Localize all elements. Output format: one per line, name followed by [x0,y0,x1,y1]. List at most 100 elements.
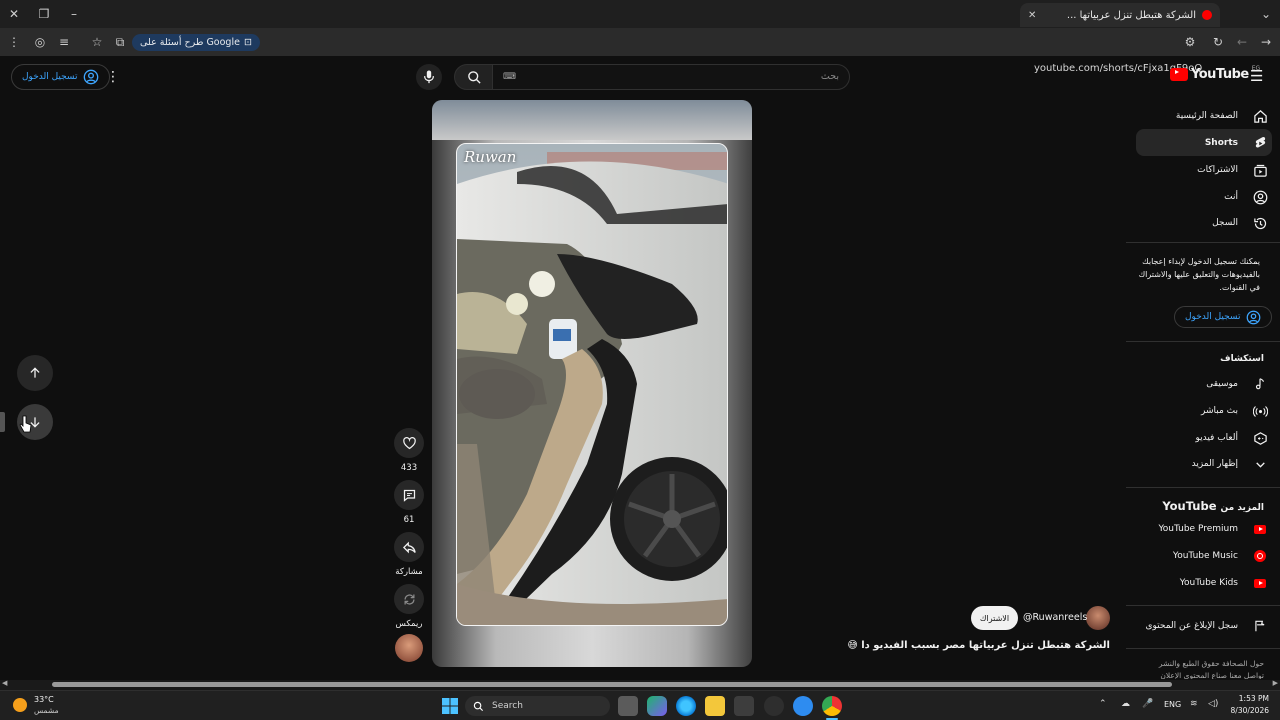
close-window-icon[interactable]: ✕ [6,6,22,22]
header-sign-in-button[interactable]: تسجيل الدخول [11,64,111,90]
forward-icon[interactable]: ← [1234,34,1250,50]
tray-chevron-icon[interactable]: ⌃ [1099,699,1107,709]
sidebar-item-gaming[interactable]: ألعاب فيديو [1136,426,1268,450]
keyboard-icon[interactable]: ⌨ [503,72,516,82]
sidebar-item-premium[interactable]: YouTube Premium [1136,517,1268,541]
short-title: الشركة هتبطل تنزل عربياتها مصر بسبب الفي… [847,640,1110,651]
app-icon[interactable] [764,696,784,716]
sign-in-label: تسجيل الدخول [22,72,78,82]
sidebar-item-label: ألعاب فيديو [1195,433,1238,443]
clock-date[interactable]: 8/30/2026 [1227,706,1269,715]
sidebar-item-home[interactable]: الصفحة الرئيسية [1136,104,1268,128]
site-settings-icon[interactable]: ⚙ [1182,34,1198,50]
search-button[interactable] [454,64,494,90]
footer-links-2[interactable]: تواصل معنا صناع المحتوى الإعلان [1160,671,1264,679]
youtube-logo[interactable]: YouTube EG [1170,65,1260,82]
channel-handle[interactable]: @Ruwanreels [1023,612,1087,623]
search-input[interactable]: ⌨ بحث [492,64,850,90]
copilot-icon[interactable] [647,696,667,716]
mic-tray-icon[interactable]: 🎤 [1142,699,1153,709]
wifi-icon[interactable]: ≋ [1190,699,1198,709]
tab-close-icon[interactable]: ✕ [1028,10,1036,21]
google-ask-chip[interactable]: طرح أسئلة على Google ⊡ [132,34,260,51]
windows-start-icon[interactable] [440,696,460,716]
chrome-icon[interactable] [822,696,842,716]
store-icon[interactable] [734,696,754,716]
sidebar-item-music[interactable]: موسيقى [1136,372,1268,396]
bookmark-star-icon[interactable]: ☆ [89,34,105,50]
hamburger-menu-icon[interactable]: ☰ [1250,67,1263,85]
taskbar-search-label: Search [492,701,523,711]
install-app-icon[interactable]: ⧉ [112,34,128,50]
settings-more-icon[interactable]: ⋮ [106,69,120,85]
like-action[interactable]: 433 [394,428,424,473]
profile-icon[interactable]: ◎ [32,34,48,50]
back-icon[interactable]: → [1258,34,1274,50]
more-from-youtube-heading: YouTube المزيد من [1162,499,1264,513]
onedrive-icon[interactable]: ☁ [1121,699,1130,709]
sidebar-show-more[interactable]: إظهار المزيد [1136,452,1268,476]
maps-app-icon[interactable] [793,696,813,716]
sidebar-item-you[interactable]: أنت [1136,185,1268,209]
horizontal-scrollbar[interactable]: ◀ ▶ [0,679,1280,690]
browser-tab[interactable]: الشركة هتبطل تنزل عربياتها ... ✕ [1020,3,1220,27]
windows-taskbar: 33°C مشمس Search ⌃ ☁ 🎤 ENG ≋ ◁) 1:53 PM … [0,690,1280,720]
sidebar-item-history[interactable]: السجل [1136,211,1268,235]
taskbar-search[interactable]: Search [465,696,610,716]
sidebar-item-shorts[interactable]: Shorts [1136,131,1268,155]
comment-button[interactable] [394,480,424,510]
sidebar-item-kids[interactable]: YouTube Kids [1136,571,1268,595]
video-frame: Ruwan [456,143,728,626]
scroll-right-icon[interactable]: ▶ [1273,679,1278,687]
restore-window-icon[interactable]: ❐ [36,6,52,22]
sidebar-item-live[interactable]: بث مباشر [1136,399,1268,423]
channel-avatar[interactable] [1086,606,1110,630]
clock-time[interactable]: 1:53 PM [1237,694,1269,703]
file-explorer-icon[interactable] [705,696,725,716]
footer-links[interactable]: حول الصحافة حقوق الطبع والنشر [1159,659,1264,668]
sidebar-divider [1126,605,1280,606]
sidebar-sign-in-button[interactable]: تسجيل الدخول [1174,306,1273,328]
edge-browser-icon[interactable] [676,696,696,716]
reading-mode-icon[interactable]: ≡ [56,34,72,50]
scrollbar-thumb[interactable] [52,682,1172,687]
explore-heading: استكشاف [1220,354,1264,364]
short-video-player[interactable]: Ruwan [432,100,752,667]
arrow-up-icon [30,367,40,378]
tab-search-icon[interactable]: ⌄ [1258,6,1274,22]
account-icon [1252,189,1268,205]
remix-action[interactable]: ريمكس [394,584,424,629]
volume-icon[interactable]: ◁) [1208,699,1218,709]
like-count: 433 [400,463,418,473]
previous-short-button[interactable] [17,355,53,391]
minimize-window-icon[interactable]: – [66,6,82,22]
remix-button[interactable] [394,584,424,614]
scroll-left-icon[interactable]: ◀ [2,679,7,687]
live-icon [1252,403,1268,419]
car-interior-image [457,144,727,625]
sidebar-item-subscriptions[interactable]: الاشتراكات [1136,158,1268,182]
youtube-music-icon [1252,548,1268,564]
weather-sun-icon[interactable] [13,698,27,712]
subscribe-button[interactable]: الاشتراك [971,606,1018,630]
like-button[interactable] [394,428,424,458]
lens-icon: ⊡ [243,37,252,48]
menu-icon[interactable]: ⋮ [6,34,22,50]
language-indicator[interactable]: ENG [1164,700,1181,709]
share-action[interactable]: مشاركة [394,532,424,577]
comment-action[interactable]: 61 [394,480,424,525]
taskbar-search-icon [473,701,484,711]
share-button[interactable] [394,532,424,562]
sidebar-item-label: السجل [1212,218,1238,228]
task-view-icon[interactable] [618,696,638,716]
subscriptions-icon [1252,162,1268,178]
share-label: مشاركة [395,567,423,577]
voice-search-button[interactable] [416,64,442,90]
sound-avatar[interactable] [395,634,423,662]
reload-icon[interactable]: ↻ [1210,34,1226,50]
sidebar-item-music-app[interactable]: YouTube Music [1136,544,1268,568]
account-circle-icon [1247,310,1261,324]
sidebar-item-label: بث مباشر [1201,406,1238,416]
sidebar-item-report-history[interactable]: سجل الإبلاغ عن المحتوى [1118,614,1268,638]
sidebar-item-label: الصفحة الرئيسية [1175,111,1238,121]
